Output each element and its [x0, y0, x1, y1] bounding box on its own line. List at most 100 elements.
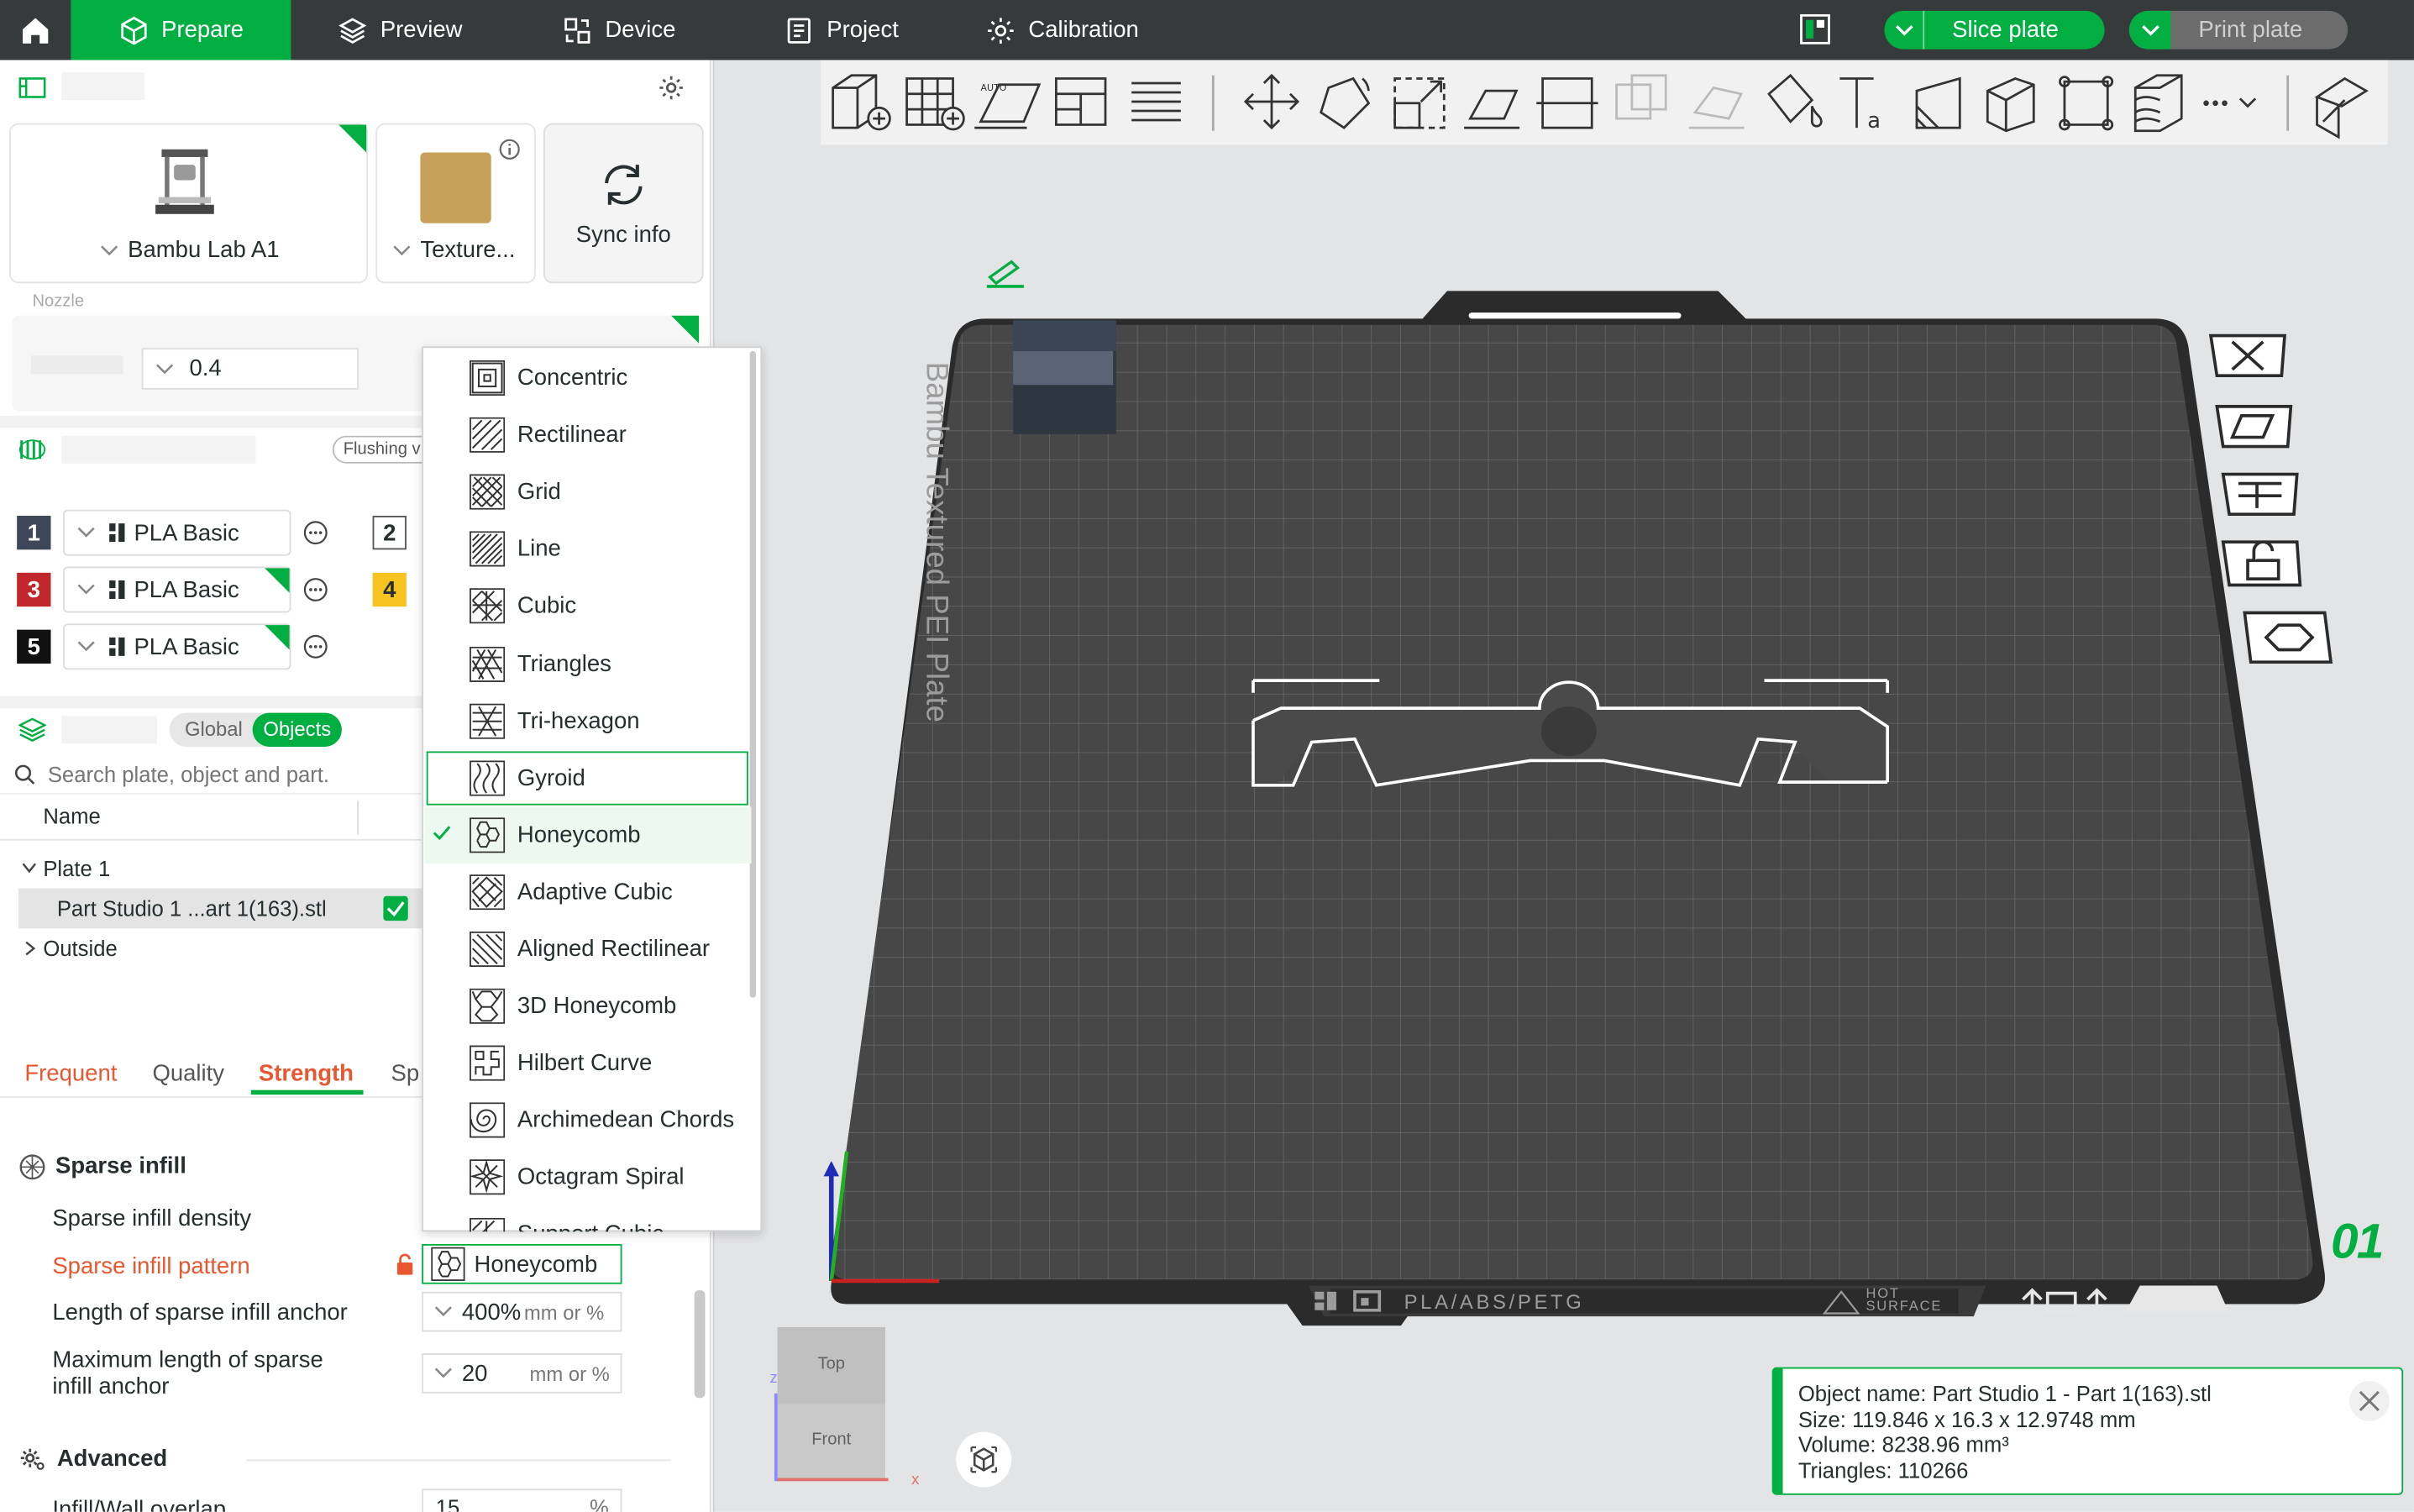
global-objects-toggle[interactable]: Global Objects: [169, 712, 342, 747]
toggle-global[interactable]: Global: [185, 717, 243, 740]
tab-project[interactable]: Project: [784, 0, 899, 60]
dropdown-item-rectilinear[interactable]: Rectilinear: [425, 407, 752, 464]
info-icon[interactable]: [499, 139, 521, 160]
model-part[interactable]: [1250, 677, 1897, 794]
tree-part-row[interactable]: Part Studio 1 ...art 1(163).stl: [18, 888, 422, 929]
dropdown-item-triangles[interactable]: Triangles: [425, 635, 752, 692]
tab-quality[interactable]: Quality: [152, 1061, 224, 1087]
honeycomb-pattern-icon: [431, 1247, 465, 1281]
filament-slot-1[interactable]: 1: [17, 516, 51, 550]
move-icon: [1243, 73, 1300, 130]
tree-outside[interactable]: Outside: [24, 936, 118, 961]
print-plate-button[interactable]: Print plate: [2128, 10, 2348, 50]
bambu-logo-icon: [109, 637, 125, 656]
sparse-infill-density-label: Sparse infill density: [52, 1205, 252, 1232]
dropdown-item-line[interactable]: Line: [425, 521, 752, 578]
filament-slot-5[interactable]: 5: [17, 629, 51, 664]
view-cube[interactable]: Top Front: [777, 1326, 885, 1482]
visible-checkbox[interactable]: [383, 895, 408, 921]
nozzle-diameter-select[interactable]: 0.4: [141, 348, 359, 390]
object-search[interactable]: [0, 754, 422, 795]
filament-slot-2[interactable]: 2: [372, 516, 407, 550]
section-title-placeholder: [61, 716, 157, 744]
tab-prepare[interactable]: Prepare: [71, 0, 291, 60]
filament-slot-4[interactable]: 4: [372, 572, 407, 607]
delete-plate-icon: [2208, 333, 2287, 378]
tab-device[interactable]: Device: [562, 0, 675, 60]
panel-scrollbar[interactable]: [694, 1289, 706, 1399]
filament-select-3[interactable]: PLA Basic: [63, 566, 291, 613]
dropdown-item-support-cubic[interactable]: Support Cubic: [425, 1206, 752, 1232]
paint-bucket-icon: [1767, 73, 1823, 128]
tab-preview[interactable]: Preview: [337, 0, 463, 60]
plate-filament-label: PLA/ABS/PETG: [1404, 1289, 1585, 1314]
infill-wall-overlap-input[interactable]: 15 %: [422, 1488, 622, 1512]
toggle-objects[interactable]: Objects: [252, 712, 342, 747]
view-front[interactable]: Front: [778, 1431, 885, 1449]
sync-info-button[interactable]: Sync info: [543, 123, 704, 284]
toolbar-icons: AUTO a: [821, 60, 2388, 144]
slice-plate-button[interactable]: Slice plate: [1884, 10, 2105, 50]
chevron-down-icon[interactable]: [2128, 10, 2171, 50]
wipe-tower[interactable]: [1013, 320, 1116, 434]
hot-surface-icon: [1823, 1290, 1860, 1315]
build-plate[interactable]: [816, 285, 2340, 1331]
nozzle-title: Nozzle: [32, 292, 85, 312]
grid-pattern-icon: [470, 474, 506, 511]
dropdown-item-octagram-spiral[interactable]: Octagram Spiral: [425, 1149, 752, 1206]
dropdown-item-honeycomb[interactable]: Honeycomb: [424, 806, 752, 864]
chevron-down-icon: [393, 244, 411, 255]
add-plate-icon: [905, 77, 965, 131]
sparse-infill-pattern-select[interactable]: Honeycomb: [422, 1243, 622, 1284]
unlock-icon[interactable]: [396, 1253, 414, 1276]
tab-speed[interactable]: Sp: [391, 1061, 420, 1087]
cube-icon: [118, 14, 150, 45]
anchor-length-input[interactable]: 400% mm or %: [422, 1291, 622, 1332]
gear-icon: [985, 14, 1016, 45]
dropdown-item-aligned-rectilinear[interactable]: Aligned Rectilinear: [425, 921, 752, 978]
layout-icon[interactable]: [1800, 13, 1831, 45]
gear-icon[interactable]: [658, 74, 685, 102]
tab-frequent[interactable]: Frequent: [24, 1061, 117, 1087]
column-name: Name: [43, 803, 101, 829]
plate-label: Bambu Textured PEI Plate: [919, 361, 953, 723]
close-info-button[interactable]: [2349, 1381, 2390, 1421]
printer-name[interactable]: Bambu Lab A1: [100, 237, 280, 263]
filament-select-1[interactable]: PLA Basic: [63, 509, 291, 556]
chevron-down-icon[interactable]: [1884, 10, 1925, 50]
tree-plate[interactable]: Plate 1: [22, 856, 110, 880]
view-top[interactable]: Top: [778, 1355, 885, 1373]
view-reset-button[interactable]: [956, 1431, 1012, 1488]
dropdown-item-3d-honeycomb[interactable]: 3D Honeycomb: [425, 978, 752, 1035]
dropdown-item-grid[interactable]: Grid: [425, 464, 752, 521]
dropdown-item-tri-hexagon[interactable]: Tri-hexagon: [425, 692, 752, 749]
chevron-right-icon: [25, 941, 36, 956]
dropdown-item-concentric[interactable]: Concentric: [425, 349, 752, 407]
filament-slot-3[interactable]: 3: [17, 572, 51, 607]
more-options-icon[interactable]: [303, 577, 328, 601]
plate-card[interactable]: Texture...: [375, 123, 536, 284]
rotate-icon: [1320, 76, 1371, 129]
cut-icon: [1536, 77, 1598, 129]
tab-calibration[interactable]: Calibration: [985, 0, 1139, 60]
dropdown-item-adaptive-cubic[interactable]: Adaptive Cubic: [425, 864, 752, 921]
search-input[interactable]: [47, 761, 417, 786]
bambu-logo-icon: [109, 580, 125, 599]
plate-type[interactable]: Texture...: [392, 237, 515, 263]
more-options-icon[interactable]: [303, 634, 328, 659]
dropdown-item-cubic[interactable]: Cubic: [425, 578, 752, 635]
max-anchor-input[interactable]: 20 mm or %: [422, 1353, 622, 1394]
rectilinear-pattern-icon: [470, 417, 506, 454]
dropdown-item-archimedean-chords[interactable]: Archimedean Chords: [425, 1092, 752, 1149]
tab-strength[interactable]: Strength: [259, 1061, 354, 1087]
home-button[interactable]: [0, 0, 71, 60]
project-icon: [784, 14, 815, 45]
more-options-icon[interactable]: [303, 521, 328, 545]
home-icon: [18, 13, 52, 47]
dropdown-item-gyroid[interactable]: Gyroid: [425, 749, 750, 806]
dropdown-item-hilbert-curve[interactable]: Hilbert Curve: [425, 1035, 752, 1092]
auto-orient-icon: AUTO: [974, 82, 1042, 129]
printer-card[interactable]: Bambu Lab A1: [8, 123, 369, 284]
edit-corner-icon: [671, 315, 700, 344]
filament-select-5[interactable]: PLA Basic: [63, 623, 291, 670]
